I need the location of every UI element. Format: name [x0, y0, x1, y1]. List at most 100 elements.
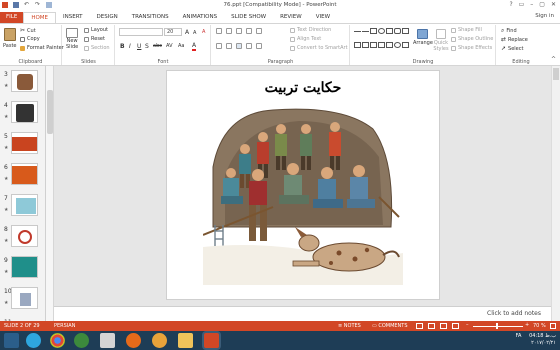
rectangle-shape-icon[interactable]: [370, 28, 377, 34]
thumbnail-slide-3[interactable]: 3 ★: [0, 69, 46, 99]
copy-button[interactable]: Copy: [20, 36, 40, 42]
italic-button[interactable]: I: [129, 43, 131, 50]
change-case-button[interactable]: Aa: [178, 43, 184, 49]
tab-file[interactable]: FILE: [0, 12, 24, 23]
thumbnails-scroll-thumb[interactable]: [47, 90, 53, 134]
line-spacing-icon[interactable]: [256, 28, 262, 34]
find-button[interactable]: ⌕ Find: [501, 27, 517, 35]
firefox-icon[interactable]: [126, 333, 141, 348]
justify-icon[interactable]: [246, 43, 252, 49]
shape-outline-button[interactable]: Shape Outline: [451, 36, 493, 42]
section-button[interactable]: Section: [84, 45, 110, 51]
slide-sorter-icon[interactable]: [428, 323, 435, 329]
notes-toggle[interactable]: ≡ NOTES: [338, 323, 361, 329]
thumbnail-slide-4[interactable]: 4 ★: [0, 100, 46, 130]
chrome-icon[interactable]: [50, 333, 65, 348]
shape-effects-button[interactable]: Shape Effects: [451, 45, 492, 51]
format-painter-button[interactable]: Format Painter: [20, 45, 64, 51]
thumbnail-slide-10[interactable]: 10 ★: [0, 286, 46, 316]
normal-view-icon[interactable]: [416, 323, 423, 329]
zoom-out-button[interactable]: –: [466, 322, 469, 328]
shadow-button[interactable]: S: [145, 43, 149, 50]
cut-button[interactable]: ✂ Cut: [20, 27, 36, 34]
powerpoint-taskbar-icon[interactable]: [204, 333, 219, 348]
zoom-slider[interactable]: [473, 326, 523, 327]
zoom-in-button[interactable]: +: [525, 322, 529, 328]
bullets-icon[interactable]: [216, 28, 222, 34]
character-spacing-button[interactable]: AV: [166, 43, 173, 49]
line-shape-icon[interactable]: [362, 28, 369, 32]
telegram-icon[interactable]: [26, 333, 41, 348]
shrink-font-button[interactable]: A: [193, 30, 196, 36]
layout-button[interactable]: Layout: [84, 27, 108, 33]
start-button[interactable]: [4, 333, 19, 348]
rectangle-shape-icon[interactable]: [386, 28, 393, 34]
zoom-level[interactable]: 70 %: [533, 323, 546, 329]
help-button[interactable]: ?: [509, 1, 512, 8]
reset-button[interactable]: Reset: [84, 36, 105, 42]
tab-review[interactable]: REVIEW: [273, 12, 309, 23]
quick-styles-button[interactable]: Quick Styles: [433, 29, 449, 52]
thumbnail-slide-9[interactable]: 9 ★: [0, 255, 46, 285]
current-slide[interactable]: حکایت تربیت: [166, 70, 440, 300]
ribbon-display-button[interactable]: ▭: [519, 1, 525, 8]
shapes-gallery[interactable]: [354, 28, 410, 54]
thumbnail-slide-8[interactable]: 8 ★: [0, 224, 46, 254]
language-indicator[interactable]: PERSIAN: [54, 323, 75, 329]
file-explorer-icon[interactable]: [178, 333, 193, 348]
comments-toggle[interactable]: ▭ COMMENTS: [372, 323, 408, 329]
maximize-button[interactable]: ▢: [539, 1, 545, 8]
tab-transitions[interactable]: TRANSITIONS: [125, 12, 176, 23]
oval-shape-icon[interactable]: [394, 41, 401, 48]
grow-font-button[interactable]: A: [185, 29, 189, 36]
tab-design[interactable]: DESIGN: [90, 12, 125, 23]
clock-date[interactable]: ۲۰۱۷/۰۲/۲۱: [529, 340, 556, 347]
slide-title[interactable]: حکایت تربیت: [167, 80, 439, 96]
arrange-button[interactable]: Arrange: [413, 29, 433, 46]
numbering-icon[interactable]: [226, 28, 232, 34]
replace-button[interactable]: ⇄ Replace: [501, 36, 528, 43]
rounded-rectangle-shape-icon[interactable]: [394, 28, 401, 34]
slide-illustration[interactable]: [203, 107, 403, 285]
arrow-shape-icon[interactable]: [354, 41, 361, 48]
oval-shape-icon[interactable]: [378, 28, 385, 34]
tray-lang[interactable]: FA: [516, 333, 522, 340]
media-player-icon[interactable]: [152, 333, 167, 348]
shape-fill-button[interactable]: Shape Fill: [451, 27, 482, 33]
tab-view[interactable]: VIEW: [309, 12, 337, 23]
convert-smartart-button[interactable]: Convert to SmartArt: [290, 45, 348, 51]
increase-indent-icon[interactable]: [246, 28, 252, 34]
tab-animations[interactable]: ANIMATIONS: [176, 12, 225, 23]
fit-slide-icon[interactable]: [550, 323, 556, 329]
slide-scrollbar[interactable]: [551, 66, 560, 321]
clear-formatting-button[interactable]: A: [202, 29, 205, 35]
thumbnail-slide-7[interactable]: 7 ★: [0, 193, 46, 223]
columns-icon[interactable]: [256, 43, 262, 49]
paste-button[interactable]: Paste: [3, 28, 17, 49]
slideshow-icon[interactable]: [452, 323, 459, 329]
new-slide-button[interactable]: New Slide: [66, 28, 78, 50]
thumbnail-slide-5[interactable]: 5 ★: [0, 131, 46, 161]
font-name-select[interactable]: [119, 28, 163, 36]
decrease-indent-icon[interactable]: [236, 28, 242, 34]
tab-insert[interactable]: INSERT: [56, 12, 89, 23]
clock-time[interactable]: 04:18 ب.ظ: [529, 333, 556, 340]
star-shape-icon[interactable]: [370, 41, 377, 48]
line-shape-icon[interactable]: [354, 28, 361, 32]
shield-icon[interactable]: [100, 333, 115, 348]
callout-shape-icon[interactable]: [386, 41, 393, 48]
tab-home[interactable]: HOME: [23, 12, 57, 23]
align-center-icon[interactable]: [226, 43, 232, 49]
notes-pane[interactable]: Click to add notes: [54, 306, 551, 321]
font-color-button[interactable]: A: [192, 42, 197, 51]
align-right-icon[interactable]: [236, 43, 242, 49]
align-left-icon[interactable]: [216, 43, 222, 49]
bold-button[interactable]: B: [120, 43, 125, 50]
more-shapes-icon[interactable]: [402, 41, 409, 48]
minimize-button[interactable]: –: [530, 1, 533, 8]
thumbnails-scrollbar[interactable]: [46, 66, 54, 321]
underline-button[interactable]: U: [137, 43, 141, 50]
font-size-select[interactable]: 20: [164, 28, 182, 36]
tab-slide-show[interactable]: SLIDE SHOW: [224, 12, 273, 23]
thumbnail-slide-6[interactable]: 6 ★: [0, 162, 46, 192]
